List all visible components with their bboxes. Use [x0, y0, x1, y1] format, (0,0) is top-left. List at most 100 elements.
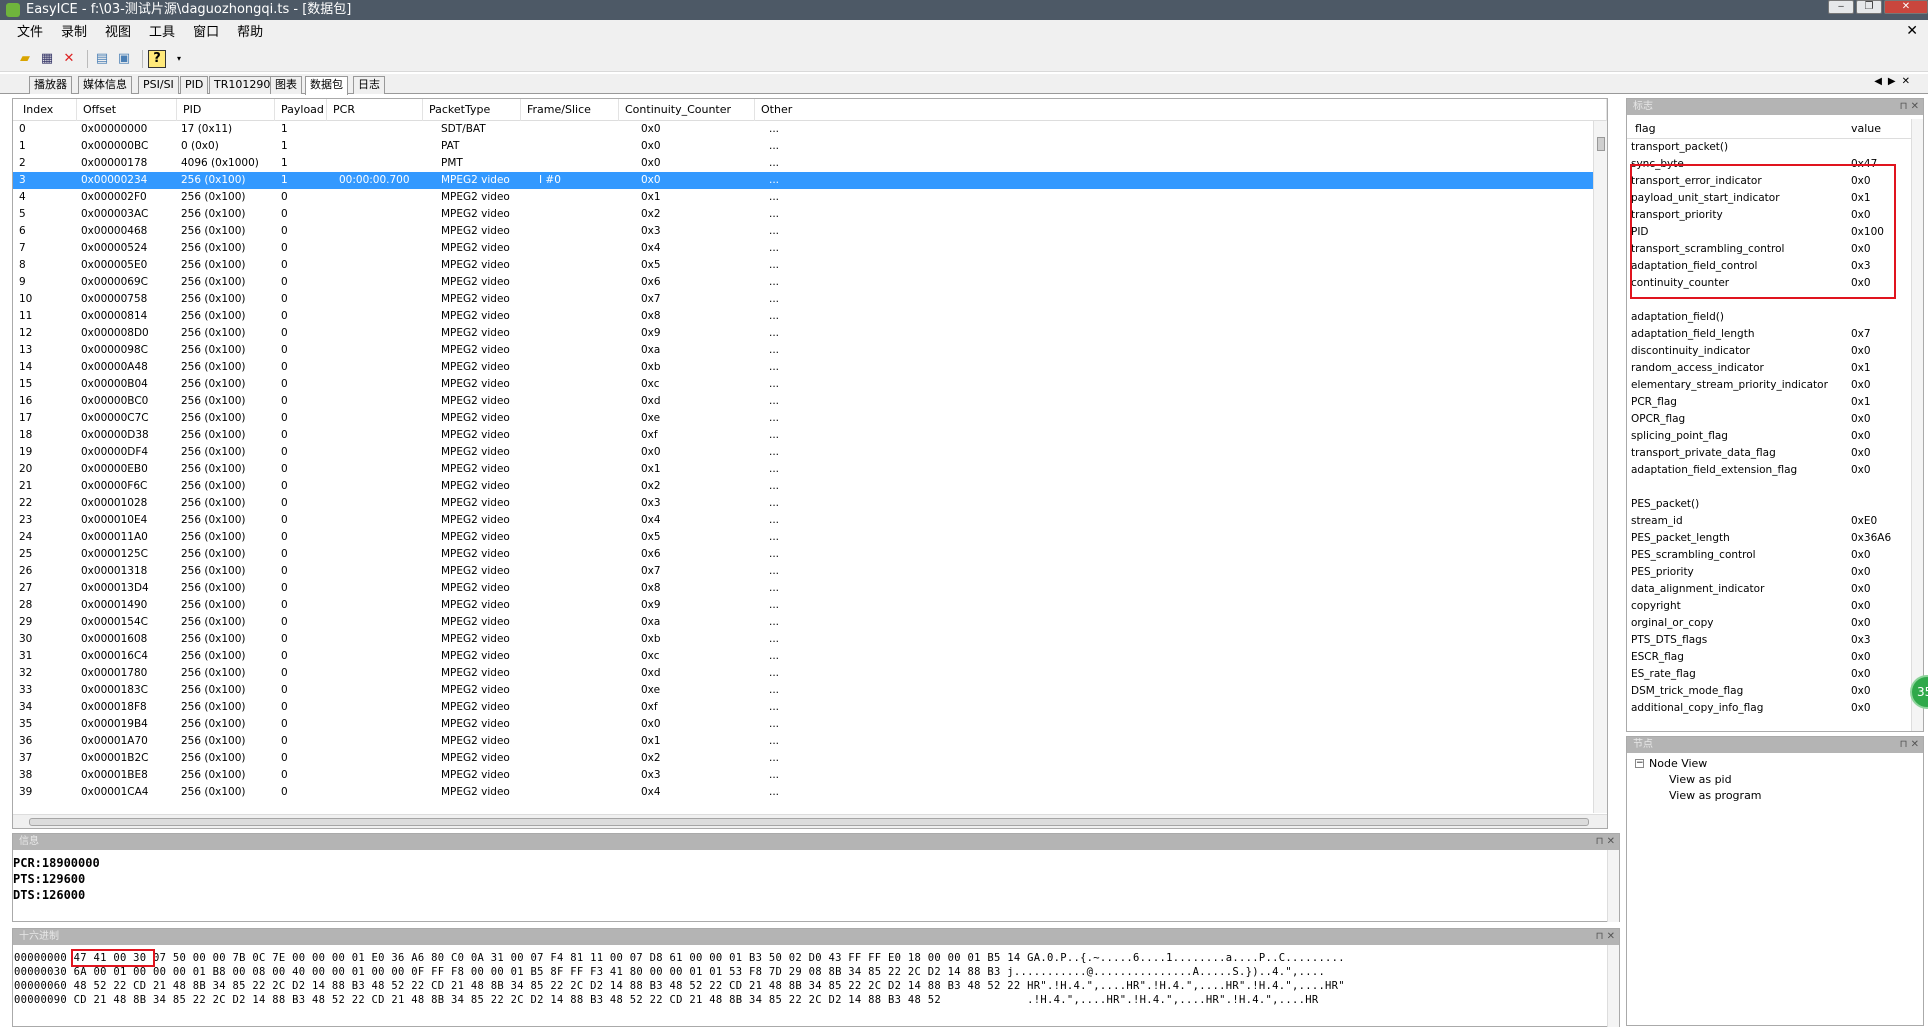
table-row[interactable]: 28 0x00001490 256 (0x100) 0 MPEG2 video 0x9..…	[13, 597, 1603, 614]
flag-row[interactable]: stream_id 0xE0	[1627, 513, 1909, 530]
menu-record[interactable]: 录制	[52, 20, 96, 46]
col-header-other[interactable]: Other	[755, 99, 1607, 121]
flag-row[interactable]: PES_priority 0x0	[1627, 564, 1909, 581]
scrollbar-thumb[interactable]	[1597, 137, 1605, 151]
table-row[interactable]: 15 0x00000B04 256 (0x100) 0 MPEG2 video 0xc..…	[13, 376, 1603, 393]
table-row[interactable]: 16 0x00000BC0 256 (0x100) 0 MPEG2 video 0xd..…	[13, 393, 1603, 410]
tree-collapse-icon[interactable]: −	[1635, 759, 1644, 768]
flag-row[interactable]: random_access_indicator 0x1	[1627, 360, 1909, 377]
tab-scroll-arrows-icon[interactable]: ◀▶✕	[1874, 76, 1916, 87]
col-header-offset[interactable]: Offset	[77, 99, 177, 121]
flag-row[interactable]: PTS_DTS_flags 0x3	[1627, 632, 1909, 649]
col-header-index[interactable]: Index	[17, 99, 77, 121]
flag-row[interactable]	[1627, 479, 1909, 496]
flag-row[interactable]: PES_packet()	[1627, 496, 1909, 513]
table-row[interactable]: 29 0x0000154C 256 (0x100) 0 MPEG2 video 0xa..…	[13, 614, 1603, 631]
table-row[interactable]: 22 0x00001028 256 (0x100) 0 MPEG2 video 0x3..…	[13, 495, 1603, 512]
panel-pin-close-icon[interactable]: ⊓ ✕	[1900, 99, 1919, 115]
flag-row[interactable]: elementary_stream_priority_indicator 0x0	[1627, 377, 1909, 394]
tab-log[interactable]: 日志	[353, 76, 385, 94]
table-row[interactable]: 23 0x000010E4 256 (0x100) 0 MPEG2 video 0x4..…	[13, 512, 1603, 529]
flag-row[interactable]: DSM_trick_mode_flag 0x0	[1627, 683, 1909, 700]
table-row[interactable]: 14 0x00000A48 256 (0x100) 0 MPEG2 video 0xb..…	[13, 359, 1603, 376]
pid-filter-icon[interactable]: ▦	[38, 50, 56, 68]
flag-row[interactable]: transport_private_data_flag 0x0	[1627, 445, 1909, 462]
flag-row[interactable]: additional_copy_info_flag 0x0	[1627, 700, 1909, 717]
flag-row[interactable]: ES_rate_flag 0x0	[1627, 666, 1909, 683]
document-close-icon[interactable]: ✕	[1906, 23, 1918, 39]
packet-vertical-scrollbar[interactable]	[1593, 121, 1607, 813]
flag-row[interactable]: adaptation_field_extension_flag 0x0	[1627, 462, 1909, 479]
scrollbar-thumb[interactable]	[29, 818, 1589, 826]
flag-row[interactable]: ESCR_flag 0x0	[1627, 649, 1909, 666]
table-row[interactable]: 3 0x00000234 256 (0x100) 1 00:00:00.700 MPEG2…	[13, 172, 1603, 189]
flag-row[interactable]: OPCR_flag 0x0	[1627, 411, 1909, 428]
flag-row[interactable]: copyright 0x0	[1627, 598, 1909, 615]
tab-chart[interactable]: 图表	[270, 76, 302, 94]
flags-vertical-scrollbar[interactable]	[1911, 119, 1923, 731]
flag-row[interactable]: discontinuity_indicator 0x0	[1627, 343, 1909, 360]
menu-file[interactable]: 文件	[8, 20, 52, 46]
table-row[interactable]: 27 0x000013D4 256 (0x100) 0 MPEG2 video 0x8..…	[13, 580, 1603, 597]
maximize-icon[interactable]: ❐	[1856, 0, 1882, 14]
table-row[interactable]: 25 0x0000125C 256 (0x100) 0 MPEG2 video 0x6..…	[13, 546, 1603, 563]
panel-pin-close-icon[interactable]: ⊓ ✕	[1596, 929, 1615, 945]
menu-window[interactable]: 窗口	[184, 20, 228, 46]
delete-icon[interactable]: ✕	[60, 50, 78, 68]
col-header-continuity-counter[interactable]: Continuity_Counter	[619, 99, 755, 121]
close-icon[interactable]: ✕	[1884, 0, 1928, 14]
table-row[interactable]: 8 0x000005E0 256 (0x100) 0 MPEG2 video 0x5...	[13, 257, 1603, 274]
panel-pin-close-icon[interactable]: ⊓ ✕	[1900, 737, 1919, 753]
table-row[interactable]: 34 0x000018F8 256 (0x100) 0 MPEG2 video 0xf..…	[13, 699, 1603, 716]
table-row[interactable]: 13 0x0000098C 256 (0x100) 0 MPEG2 video 0xa..…	[13, 342, 1603, 359]
table-row[interactable]: 38 0x00001BE8 256 (0x100) 0 MPEG2 video 0x3..…	[13, 767, 1603, 784]
table-row[interactable]: 19 0x00000DF4 256 (0x100) 0 MPEG2 video 0x0..…	[13, 444, 1603, 461]
table-row[interactable]: 17 0x00000C7C 256 (0x100) 0 MPEG2 video 0xe..…	[13, 410, 1603, 427]
open-folder-icon[interactable]: ▰	[16, 50, 34, 68]
hex-vertical-scrollbar[interactable]	[1607, 945, 1619, 1027]
col-header-frame-slice[interactable]: Frame/Slice	[521, 99, 619, 121]
table-row[interactable]: 21 0x00000F6C 256 (0x100) 0 MPEG2 video 0x2..…	[13, 478, 1603, 495]
table-row[interactable]: 0 0x00000000 17 (0x11) 1 SDT/BAT 0x0...	[13, 121, 1603, 138]
packet-horizontal-scrollbar[interactable]	[13, 814, 1607, 828]
flags-col-flag[interactable]: flag	[1635, 122, 1656, 135]
help-icon[interactable]: ?	[148, 49, 166, 68]
table-row[interactable]: 5 0x000003AC 256 (0x100) 0 MPEG2 video 0x2...	[13, 206, 1603, 223]
menu-tools[interactable]: 工具	[140, 20, 184, 46]
tree-node-root[interactable]: Node View	[1649, 757, 1707, 770]
table-row[interactable]: 30 0x00001608 256 (0x100) 0 MPEG2 video 0xb..…	[13, 631, 1603, 648]
table-row[interactable]: 32 0x00001780 256 (0x100) 0 MPEG2 video 0xd..…	[13, 665, 1603, 682]
flag-row[interactable]: data_alignment_indicator 0x0	[1627, 581, 1909, 598]
flag-row[interactable]: PCR_flag 0x1	[1627, 394, 1909, 411]
info-vertical-scrollbar[interactable]	[1607, 850, 1619, 922]
table-row[interactable]: 24 0x000011A0 256 (0x100) 0 MPEG2 video 0x5..…	[13, 529, 1603, 546]
tab-media-info[interactable]: 媒体信息	[78, 76, 132, 94]
flag-row[interactable]: PES_packet_length 0x36A6	[1627, 530, 1909, 547]
table-row[interactable]: 12 0x000008D0 256 (0x100) 0 MPEG2 video 0x9..…	[13, 325, 1603, 342]
table-row[interactable]: 20 0x00000EB0 256 (0x100) 0 MPEG2 video 0x1..…	[13, 461, 1603, 478]
tab-packets[interactable]: 数据包	[305, 76, 348, 95]
table-row[interactable]: 36 0x00001A70 256 (0x100) 0 MPEG2 video 0x1..…	[13, 733, 1603, 750]
flag-row[interactable]: adaptation_field()	[1627, 309, 1909, 326]
tree-node-view-as-program[interactable]: View as program	[1669, 789, 1762, 802]
col-header-payload[interactable]: Payload	[275, 99, 327, 121]
toolbar-overflow-icon[interactable]: ▾	[170, 50, 188, 68]
table-row[interactable]: 10 0x00000758 256 (0x100) 0 MPEG2 video 0x7..…	[13, 291, 1603, 308]
flags-col-value[interactable]: value	[1851, 122, 1881, 135]
flag-row[interactable]: orginal_or_copy 0x0	[1627, 615, 1909, 632]
flag-row[interactable]: PES_scrambling_control 0x0	[1627, 547, 1909, 564]
table-row[interactable]: 18 0x00000D38 256 (0x100) 0 MPEG2 video 0xf..…	[13, 427, 1603, 444]
table-row[interactable]: 37 0x00001B2C 256 (0x100) 0 MPEG2 video 0x2..…	[13, 750, 1603, 767]
tree-node-view-as-pid[interactable]: View as pid	[1669, 773, 1732, 786]
table-row[interactable]: 11 0x00000814 256 (0x100) 0 MPEG2 video 0x8..…	[13, 308, 1603, 325]
table-row[interactable]: 35 0x000019B4 256 (0x100) 0 MPEG2 video 0x0..…	[13, 716, 1603, 733]
flag-row[interactable]: transport_packet()	[1627, 139, 1909, 156]
report-icon[interactable]: ▤	[93, 50, 111, 68]
panel-pin-close-icon[interactable]: ⊓ ✕	[1596, 834, 1615, 850]
table-row[interactable]: 39 0x00001CA4 256 (0x100) 0 MPEG2 video 0x4..…	[13, 784, 1603, 801]
col-header-pid[interactable]: PID	[177, 99, 275, 121]
table-row[interactable]: 4 0x000002F0 256 (0x100) 0 MPEG2 video 0x1...	[13, 189, 1603, 206]
table-row[interactable]: 33 0x0000183C 256 (0x100) 0 MPEG2 video 0xe..…	[13, 682, 1603, 699]
col-header-packettype[interactable]: PacketType	[423, 99, 521, 121]
table-row[interactable]: 9 0x0000069C 256 (0x100) 0 MPEG2 video 0x6...	[13, 274, 1603, 291]
